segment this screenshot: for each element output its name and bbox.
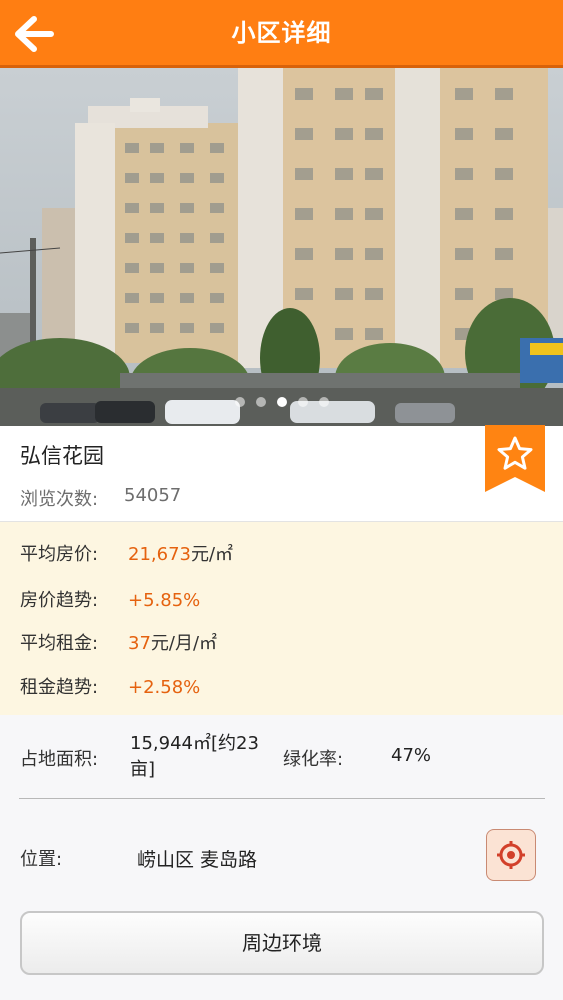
community-info: 弘信花园 浏览次数: 54057 — [0, 426, 563, 522]
top-bar: 小区详细 — [0, 0, 563, 68]
rent-trend-row: 租金趋势: +2.58% — [20, 673, 200, 703]
community-name: 弘信花园 — [20, 444, 104, 468]
avg-rent-label: 平均租金: — [20, 633, 99, 654]
land-area-label: 占地面积: — [20, 749, 99, 770]
avg-price-row: 平均房价: 21,673元/㎡ — [20, 540, 233, 570]
land-area-value: 15,944㎡[约23亩] — [130, 733, 259, 780]
favorite-button[interactable] — [485, 425, 545, 492]
views-label: 浏览次数: — [20, 489, 99, 510]
green-rate-value: 47% — [391, 745, 432, 766]
avg-rent-value: 37 — [128, 633, 151, 654]
location-label: 位置: — [20, 849, 63, 870]
avg-price-unit: 元/㎡ — [190, 544, 234, 565]
carousel-dot[interactable] — [255, 397, 266, 407]
price-trend-value: +5.85% — [128, 590, 201, 611]
price-trend-row: 房价趋势: +5.85% — [20, 586, 200, 616]
views-count: 54057 — [124, 485, 182, 506]
price-panel: 平均房价: 21,673元/㎡ 房价趋势: +5.85% 平均租金: 37元/月/㎡ … — [0, 522, 563, 715]
location-value: 崂山区 麦岛路 — [137, 849, 258, 871]
divider — [19, 798, 545, 799]
community-photo-carousel[interactable] — [0, 68, 563, 426]
target-icon — [497, 841, 525, 869]
star-icon — [485, 425, 545, 492]
avg-price-value: 21,673 — [128, 544, 191, 565]
carousel-dot-active[interactable] — [276, 397, 287, 407]
carousel-dot[interactable] — [318, 397, 329, 407]
nearby-environment-button[interactable]: 周边环境 — [20, 911, 544, 975]
carousel-indicator — [0, 397, 563, 409]
rent-trend-label: 租金趋势: — [20, 677, 99, 698]
avg-rent-row: 平均租金: 37元/月/㎡ — [20, 629, 217, 659]
locate-button[interactable] — [486, 829, 536, 881]
rent-trend-value: +2.58% — [128, 677, 201, 698]
avg-rent-unit: 元/月/㎡ — [150, 633, 218, 654]
carousel-dot[interactable] — [234, 397, 245, 407]
avg-price-label: 平均房价: — [20, 544, 99, 565]
green-rate-label: 绿化率: — [283, 749, 344, 770]
page-title: 小区详细 — [231, 19, 332, 47]
price-trend-label: 房价趋势: — [20, 590, 99, 611]
carousel-dot[interactable] — [297, 397, 308, 407]
community-photo — [0, 68, 563, 426]
